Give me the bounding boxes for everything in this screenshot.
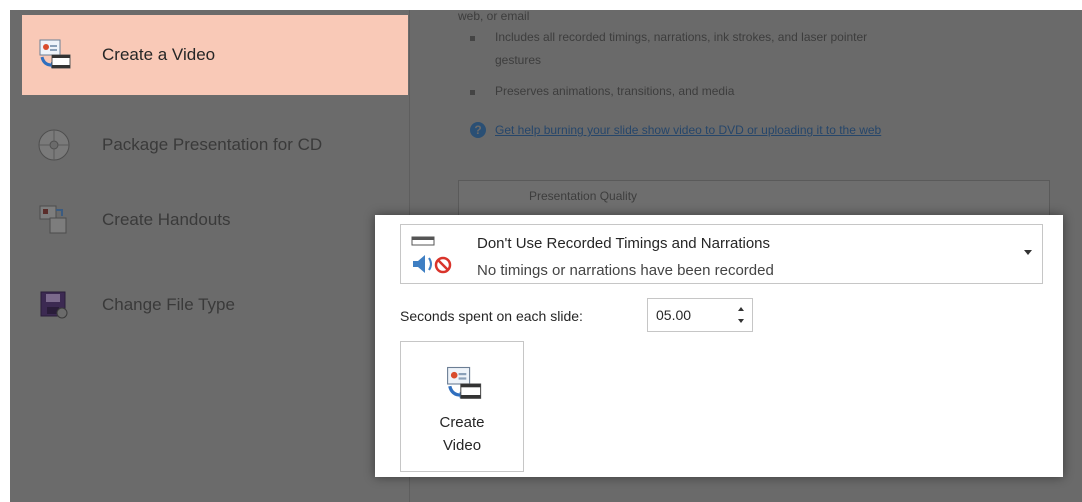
nav-item-label: Create a Video <box>102 45 216 64</box>
create-video-icon <box>441 362 485 406</box>
timings-popup: Don't Use Recorded Timings and Narration… <box>375 215 1063 477</box>
bullet-marker <box>470 36 475 41</box>
nav-item-label: Change File Type <box>102 295 235 314</box>
create-video-label-line1: Create <box>439 414 485 431</box>
nav-item-create-handouts[interactable]: Create Handouts <box>22 180 408 260</box>
nav-item-package-cd[interactable]: Package Presentation for CD <box>22 105 408 185</box>
create-video-label-line2: Video <box>442 437 482 454</box>
timings-option-title: Don't Use Recorded Timings and Narration… <box>477 235 770 252</box>
bullet-marker <box>470 90 475 95</box>
export-screen: Create a Video Package Presentation for … <box>10 10 1082 502</box>
description-text: web, or email <box>458 10 530 23</box>
create-video-icon <box>34 35 74 75</box>
package-cd-icon <box>34 125 74 165</box>
bullet-text: Includes all recorded timings, narration… <box>495 30 868 44</box>
export-nav: Create a Video Package Presentation for … <box>10 10 410 502</box>
nav-item-create-video[interactable]: Create a Video <box>22 15 408 95</box>
nav-item-label: Create Handouts <box>102 210 231 229</box>
chevron-down-icon[interactable] <box>1024 250 1032 255</box>
create-video-button[interactable]: Create Video <box>400 341 524 472</box>
no-narration-icon <box>409 235 455 279</box>
quality-label: Presentation Quality <box>529 189 638 203</box>
timings-option-subtitle: No timings or narrations have been recor… <box>477 262 774 279</box>
timings-dropdown[interactable]: Don't Use Recorded Timings and Narration… <box>400 224 1043 284</box>
bullet-text: gestures <box>495 53 542 67</box>
nav-item-label: Package Presentation for CD <box>102 135 323 154</box>
spin-up-icon[interactable] <box>738 307 744 311</box>
help-link[interactable]: Get help burning your slide show video t… <box>495 123 881 137</box>
spin-down-icon[interactable] <box>738 319 744 323</box>
nav-item-change-file-type[interactable]: Change File Type <box>22 265 408 345</box>
help-icon: ? <box>470 122 486 138</box>
change-file-type-icon <box>34 285 74 325</box>
seconds-input[interactable] <box>656 305 726 325</box>
seconds-spinner[interactable] <box>647 298 753 332</box>
seconds-label: Seconds spent on each slide: <box>400 308 583 324</box>
handouts-icon <box>34 200 74 240</box>
bullet-text: Preserves animations, transitions, and m… <box>495 84 735 98</box>
